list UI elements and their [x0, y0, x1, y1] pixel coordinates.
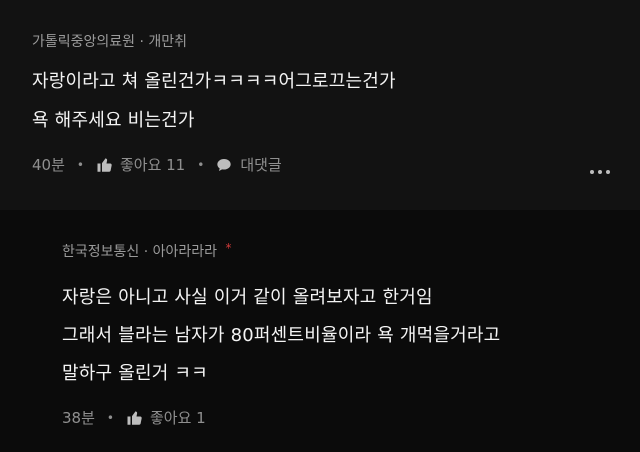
author-company[interactable]: 한국정보통신 [62, 244, 139, 260]
author-badge-star: * [225, 241, 232, 255]
thumbs-up-icon [97, 157, 112, 172]
comment-text-line: 욕 해주세요 비는건가 [32, 110, 195, 131]
like-button[interactable]: 좋아요 11 [96, 154, 185, 175]
comment-actions: 40분 • 좋아요 11 • 대댓글 [32, 154, 282, 175]
action-separator: • [197, 157, 205, 172]
comment-text-line: 자랑이라고 쳐 올린건가ㅋㅋㅋㅋ어그로끄는건가 [32, 71, 396, 92]
reply-text-line: 자랑은 아니고 사실 이거 같이 올려보자고 한거임 [62, 287, 433, 308]
speech-bubble-icon [217, 158, 231, 171]
reply-text-line: 말하구 올린거 ㅋㅋ [62, 363, 208, 384]
more-dot [606, 170, 610, 174]
reply-button[interactable]: 대댓글 [216, 154, 282, 175]
thumbs-up-icon [127, 410, 142, 425]
action-separator: • [76, 157, 84, 172]
like-button[interactable]: 좋아요 1 [126, 407, 206, 428]
more-dot [590, 170, 594, 174]
comment-meta: 가톨릭중앙의료원 · 개만취 [32, 31, 187, 51]
reply-actions: 38분 • 좋아요 1 [62, 407, 206, 428]
more-horizontal-icon[interactable] [590, 170, 610, 174]
author-nickname[interactable]: 개만취 [148, 34, 187, 50]
reply-card: 한국정보통신 · 아아라라라 * 자랑은 아니고 사실 이거 같이 올려보자고 … [0, 210, 640, 452]
like-count-label: 좋아요 1 [149, 409, 206, 427]
author-company[interactable]: 가톨릭중앙의료원 [32, 34, 135, 50]
comment-card: 가톨릭중앙의료원 · 개만취 자랑이라고 쳐 올린건가ㅋㅋㅋㅋ어그로끄는건가 욕… [0, 0, 640, 210]
meta-separator: · [143, 244, 149, 260]
meta-separator: · [139, 34, 144, 50]
author-nickname[interactable]: 아아라라라 [153, 244, 217, 260]
like-count-label: 좋아요 11 [119, 156, 186, 174]
comment-time: 40분 [32, 156, 65, 174]
reply-text-line: 그래서 블라는 남자가 80퍼센트비율이라 욕 개먹을거라고 [62, 325, 501, 346]
reply-meta: 한국정보통신 · 아아라라라 * [62, 241, 232, 261]
more-dot [598, 170, 602, 174]
action-separator: • [106, 410, 114, 425]
reply-time: 38분 [62, 409, 95, 427]
reply-label: 대댓글 [240, 156, 282, 174]
